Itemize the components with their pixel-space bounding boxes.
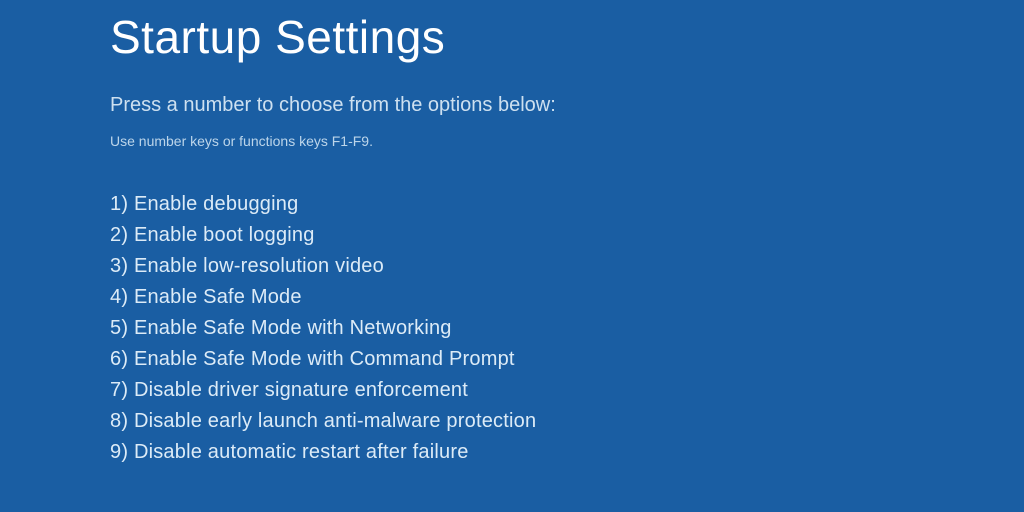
- instruction-text: Press a number to choose from the option…: [110, 94, 1024, 117]
- option-6-safe-mode-cmd[interactable]: 6) Enable Safe Mode with Command Prompt: [110, 344, 1024, 375]
- option-7-disable-driver-sig[interactable]: 7) Disable driver signature enforcement: [110, 375, 1024, 406]
- option-2-boot-logging[interactable]: 2) Enable boot logging: [110, 220, 1024, 251]
- startup-options-list: 1) Enable debugging 2) Enable boot loggi…: [110, 189, 1024, 468]
- option-4-safe-mode[interactable]: 4) Enable Safe Mode: [110, 282, 1024, 313]
- page-title: Startup Settings: [110, 10, 1024, 64]
- option-1-debugging[interactable]: 1) Enable debugging: [110, 189, 1024, 220]
- option-9-disable-auto-restart[interactable]: 9) Disable automatic restart after failu…: [110, 437, 1024, 468]
- option-3-low-res-video[interactable]: 3) Enable low-resolution video: [110, 251, 1024, 282]
- option-8-disable-anti-malware[interactable]: 8) Disable early launch anti-malware pro…: [110, 406, 1024, 437]
- option-5-safe-mode-networking[interactable]: 5) Enable Safe Mode with Networking: [110, 313, 1024, 344]
- hint-text: Use number keys or functions keys F1-F9.: [110, 133, 1024, 149]
